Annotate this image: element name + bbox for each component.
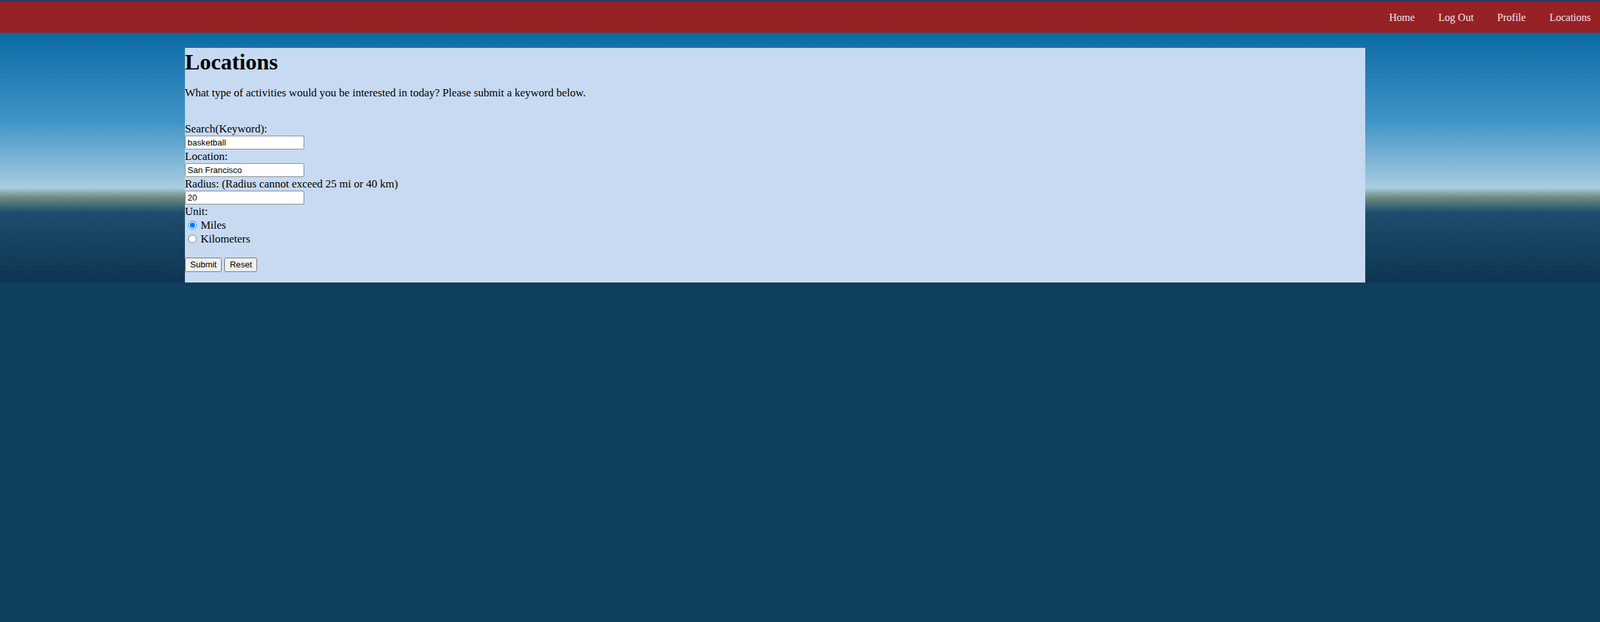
unit-label: Unit: [184, 204, 1366, 219]
field-input[interactable] [184, 135, 305, 150]
nav-link[interactable]: Locations [1537, 3, 1597, 33]
field-label: Search(Keyword): [184, 121, 1366, 136]
unit-radio[interactable] [188, 220, 197, 230]
background-photo: Locations What type of activities would y… [0, 32, 1600, 283]
submit-button[interactable]: Submit [184, 257, 222, 273]
top-navbar: HomeLog OutProfileLocations [0, 0, 1600, 33]
unit-radio[interactable] [188, 234, 197, 244]
search-form: Search(Keyword): Location: Radius: (Radius… [184, 121, 1366, 273]
nav-link[interactable]: Log Out [1426, 3, 1486, 33]
nav-link[interactable]: Home [1377, 3, 1427, 33]
unit-option-label: Miles [200, 218, 227, 233]
field-input[interactable] [184, 163, 305, 178]
reset-button[interactable]: Reset [224, 257, 258, 273]
unit-option-label: Kilometers [200, 232, 251, 246]
unit-option[interactable]: Miles [184, 218, 1366, 233]
unit-option[interactable]: Kilometers [184, 232, 1366, 246]
locations-panel: Locations What type of activities would y… [184, 47, 1366, 283]
field-label: Location: [184, 149, 1366, 164]
page-title: Locations [184, 49, 1366, 76]
nav-link[interactable]: Profile [1485, 3, 1538, 33]
field-label: Radius: (Radius cannot exceed 25 mi or 4… [184, 177, 1366, 191]
field-input[interactable] [184, 190, 305, 205]
form-buttons: SubmitReset [184, 257, 1366, 273]
prompt-text: What type of activities would you be int… [184, 85, 1366, 100]
